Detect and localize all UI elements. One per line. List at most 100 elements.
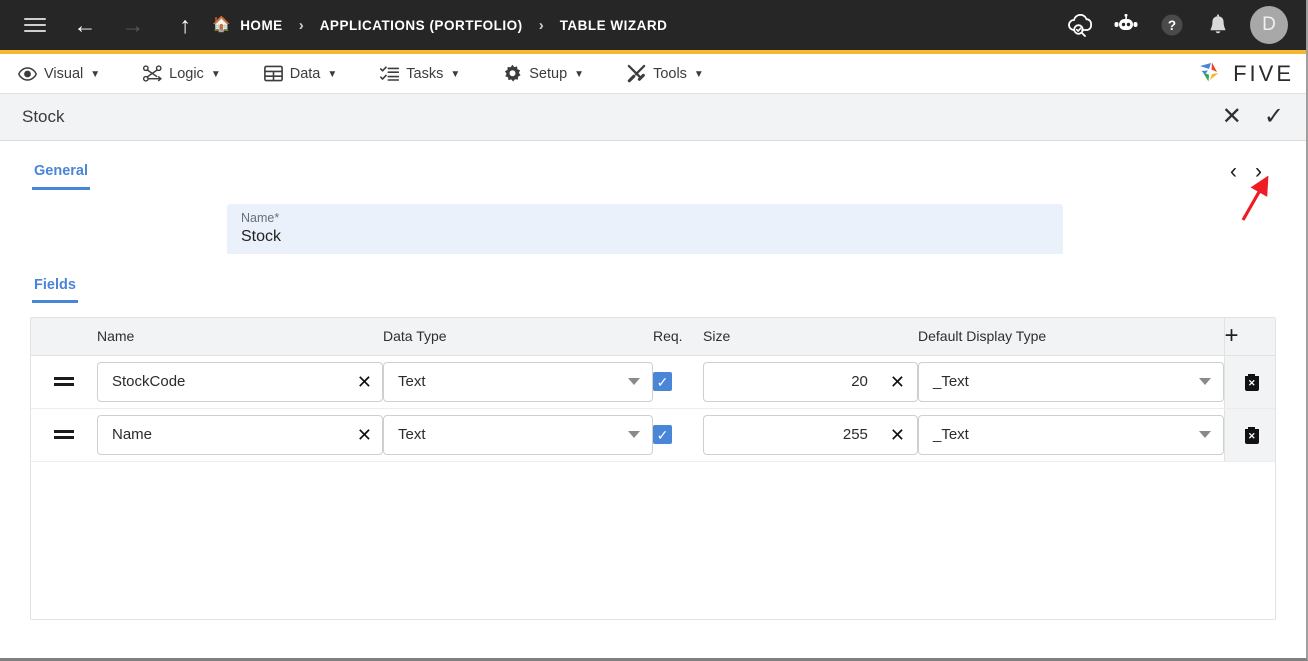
size-value: 20: [851, 373, 868, 390]
required-checkbox[interactable]: ✓: [653, 425, 672, 444]
data-type-value: Text: [398, 426, 426, 443]
breadcrumb: 🏠 HOME › APPLICATIONS (PORTFOLIO) › TABL…: [212, 16, 667, 34]
chatbot-button[interactable]: [1112, 11, 1140, 39]
previous-record-button[interactable]: ‹: [1230, 161, 1237, 182]
menu-item-tools[interactable]: Tools ▼: [627, 64, 704, 83]
tab-general[interactable]: General: [32, 141, 90, 190]
row-drag-cell[interactable]: [31, 355, 97, 409]
plus-icon: +: [1224, 322, 1239, 350]
header-size: Size: [703, 318, 918, 356]
arrow-left-icon: ←: [73, 11, 97, 38]
drag-handle-icon[interactable]: [31, 377, 97, 386]
home-icon: 🏠: [212, 16, 232, 33]
row-required-cell: ✓: [653, 408, 703, 462]
forward-button[interactable]: →: [116, 8, 150, 42]
clear-icon[interactable]: ✕: [349, 373, 372, 391]
menu-item-data[interactable]: Data ▼: [263, 64, 338, 83]
form-content: General ‹ › Name* Stock Fields Name Data…: [0, 141, 1306, 658]
delete-row-button[interactable]: ✕: [1223, 355, 1275, 409]
breadcrumb-separator: ›: [538, 16, 544, 34]
clear-icon[interactable]: ✕: [882, 373, 905, 391]
name-field[interactable]: Name* Stock: [227, 204, 1063, 254]
menu-item-label: Tasks: [406, 65, 444, 82]
chevron-down-icon: ▼: [450, 69, 461, 80]
gear-icon: [503, 64, 522, 83]
avatar[interactable]: D: [1250, 6, 1288, 44]
five-brand-label: FIVE: [1233, 60, 1294, 86]
cloud-check-icon: [1067, 13, 1092, 37]
menu-item-label: Setup: [529, 65, 568, 82]
header-drag: [31, 318, 97, 356]
header-required: Req.: [653, 318, 703, 356]
size-value: 255: [842, 426, 868, 443]
breadcrumb-label: APPLICATIONS (PORTFOLIO): [319, 17, 523, 33]
close-button[interactable]: ✕: [1222, 105, 1242, 129]
tab-fields[interactable]: Fields: [32, 277, 78, 303]
eye-icon: [18, 64, 37, 83]
menu-item-tasks[interactable]: Tasks ▼: [380, 64, 460, 83]
checklist-icon: [380, 64, 400, 83]
field-name-value: StockCode: [112, 373, 186, 390]
add-field-button[interactable]: +: [1223, 318, 1275, 356]
data-type-select[interactable]: Text: [383, 361, 653, 402]
hamburger-menu-button[interactable]: [18, 8, 52, 42]
chevron-down-icon: ▼: [90, 69, 101, 80]
cloud-check-button[interactable]: [1066, 11, 1094, 39]
clear-icon[interactable]: ✕: [882, 426, 905, 444]
save-button[interactable]: ✓: [1264, 105, 1284, 129]
field-name-input[interactable]: Name ✕: [97, 414, 383, 455]
general-panel: Name* Stock: [30, 190, 1276, 254]
row-size-cell: 20 ✕: [703, 355, 918, 409]
notifications-button[interactable]: [1204, 11, 1232, 39]
trash-icon: ✕: [1243, 426, 1261, 444]
close-icon: ✕: [1221, 103, 1242, 130]
name-field-label: Name*: [241, 211, 280, 225]
drag-handle-icon[interactable]: [31, 430, 97, 439]
data-type-select[interactable]: Text: [383, 414, 653, 455]
record-header: Stock ✕ ✓: [0, 94, 1306, 141]
default-display-type-value: _Text: [933, 426, 969, 443]
next-record-button[interactable]: ›: [1255, 161, 1262, 182]
size-input[interactable]: 255 ✕: [703, 414, 918, 455]
required-checkbox[interactable]: ✓: [653, 372, 672, 391]
row-default-display-type-cell: _Text: [918, 355, 1224, 409]
menu-item-logic[interactable]: Logic ▼: [143, 64, 221, 83]
up-button[interactable]: ↑: [168, 8, 202, 42]
nodes-icon: [143, 64, 163, 83]
page-title: Stock: [22, 107, 65, 126]
bell-icon: [1210, 13, 1226, 33]
row-drag-cell[interactable]: [31, 408, 97, 462]
table-row: StockCode ✕ Text ✓ 20 ✕ _Text ✕: [31, 355, 1275, 409]
size-input[interactable]: 20 ✕: [703, 361, 918, 402]
check-icon: ✓: [1263, 103, 1284, 130]
row-default-display-type-cell: _Text: [918, 408, 1224, 462]
help-button[interactable]: ?: [1158, 11, 1186, 39]
default-display-type-select[interactable]: _Text: [918, 361, 1224, 402]
chevron-down-icon: ▼: [327, 69, 338, 80]
menu-item-label: Data: [289, 65, 321, 82]
chevron-down-icon: ▼: [210, 69, 221, 80]
chevron-down-icon: ▼: [574, 69, 585, 80]
delete-row-button[interactable]: ✕: [1223, 408, 1275, 462]
clear-icon[interactable]: ✕: [349, 426, 372, 444]
menu-item-setup[interactable]: Setup ▼: [503, 64, 584, 83]
hamburger-icon: [24, 14, 46, 36]
field-name-value: Name: [112, 426, 153, 443]
row-data-type-cell: Text: [383, 355, 653, 409]
back-button[interactable]: ←: [68, 8, 102, 42]
topbar-actions: ? D: [1066, 6, 1292, 44]
header-name: Name: [97, 318, 383, 356]
default-display-type-select[interactable]: _Text: [918, 414, 1224, 455]
breadcrumb-item-home[interactable]: 🏠 HOME: [212, 16, 283, 34]
menu-item-label: Visual: [44, 65, 84, 82]
table-icon: [263, 64, 283, 83]
fields-grid-header: Name Data Type Req. Size Default Display…: [31, 318, 1275, 356]
breadcrumb-item-applications[interactable]: APPLICATIONS (PORTFOLIO): [320, 18, 523, 33]
breadcrumb-separator: ›: [298, 16, 304, 34]
fields-grid-body: StockCode ✕ Text ✓ 20 ✕ _Text ✕ Name ✕ T…: [31, 355, 1275, 462]
fields-table: Name Data Type Req. Size Default Display…: [30, 317, 1276, 620]
row-data-type-cell: Text: [383, 408, 653, 462]
breadcrumb-item-table-wizard[interactable]: TABLE WIZARD: [560, 18, 668, 33]
field-name-input[interactable]: StockCode ✕: [97, 361, 383, 402]
menu-item-visual[interactable]: Visual ▼: [18, 64, 100, 83]
